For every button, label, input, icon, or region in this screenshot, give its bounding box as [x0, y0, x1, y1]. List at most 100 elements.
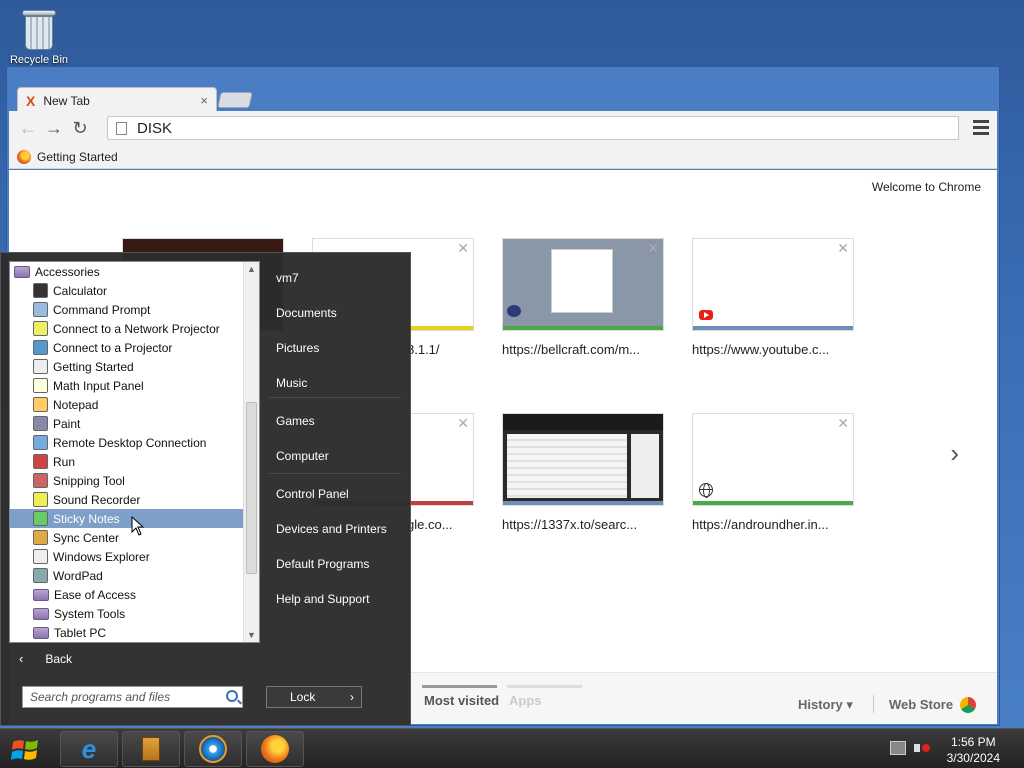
program-item[interactable]: Calculator [10, 281, 244, 300]
start-menu-separator [269, 397, 401, 398]
chevron-left-icon: ‹ [19, 651, 24, 666]
program-icon [33, 397, 48, 412]
start-item-control-panel[interactable]: Control Panel [276, 487, 349, 501]
most-visited-tile[interactable]: ✕ [692, 413, 854, 506]
program-item[interactable]: Paint [10, 414, 244, 433]
program-item[interactable]: Sound Recorder [10, 490, 244, 509]
history-menu[interactable]: History ▾ [798, 697, 853, 713]
program-item[interactable]: Connect to a Network Projector [10, 319, 244, 338]
mouse-cursor-icon [131, 516, 145, 536]
most-visited-tile[interactable]: ✕ [692, 238, 854, 331]
tile-close-icon[interactable]: ✕ [837, 240, 849, 257]
program-item[interactable]: Remote Desktop Connection [10, 433, 244, 452]
program-icon [33, 473, 48, 488]
start-item-pictures[interactable]: Pictures [276, 341, 319, 355]
program-item[interactable]: Getting Started [10, 357, 244, 376]
volume-muted-icon[interactable] [914, 741, 930, 755]
start-item-default-programs[interactable]: Default Programs [276, 557, 369, 571]
taskbar-internet-explorer[interactable]: e [60, 731, 118, 767]
program-icon [33, 359, 48, 374]
program-item[interactable]: WordPad [10, 566, 244, 585]
tile-close-icon[interactable]: ✕ [647, 240, 659, 257]
program-item[interactable]: Command Prompt [10, 300, 244, 319]
program-label: Paint [53, 416, 81, 431]
program-folder[interactable]: Tablet PC [10, 623, 244, 642]
welcome-link[interactable]: Welcome to Chrome [872, 180, 981, 194]
next-page-chevron-icon[interactable]: › [950, 438, 959, 469]
program-list: Accessories Calculator Command Prompt Conne… [10, 262, 244, 642]
tab-close-icon[interactable]: × [200, 93, 208, 108]
most-visited-tab[interactable]: Most visited [424, 693, 499, 708]
taskbar-archive[interactable] [122, 731, 180, 767]
program-folder[interactable]: Ease of Access [10, 585, 244, 604]
tile-close-icon[interactable]: ✕ [457, 415, 469, 432]
scroll-thumb[interactable] [246, 402, 257, 574]
program-list-scrollbar[interactable]: ▲ ▼ [243, 262, 259, 642]
chevron-right-icon[interactable]: › [350, 690, 354, 704]
program-icon [33, 283, 48, 298]
start-button-icon[interactable] [8, 733, 42, 767]
program-item[interactable]: Sticky Notes [10, 509, 244, 528]
scroll-down-icon[interactable]: ▼ [247, 630, 256, 640]
program-label: Connect to a Projector [53, 340, 173, 355]
start-item-vm7[interactable]: vm7 [276, 271, 299, 285]
program-item[interactable]: Notepad [10, 395, 244, 414]
program-icon [33, 321, 48, 336]
program-item[interactable]: Connect to a Projector [10, 338, 244, 357]
reload-icon[interactable]: ↻ [67, 115, 93, 141]
program-folder[interactable]: Accessories [10, 262, 244, 281]
program-icon [33, 302, 48, 317]
clock-time: 1:56 PM [950, 735, 996, 749]
program-label: Remote Desktop Connection [53, 435, 207, 450]
start-item-devices-and-printers[interactable]: Devices and Printers [276, 522, 387, 536]
taskbar-media-player[interactable] [184, 731, 242, 767]
start-item-help-and-support[interactable]: Help and Support [276, 592, 369, 606]
program-label: Windows Explorer [53, 549, 150, 564]
page-icon [116, 121, 127, 135]
scroll-up-icon[interactable]: ▲ [247, 264, 256, 274]
start-item-games[interactable]: Games [276, 414, 315, 428]
tile-close-icon[interactable]: ✕ [457, 240, 469, 257]
recycle-bin-desktop-icon[interactable]: Recycle Bin [6, 6, 72, 66]
start-search-input[interactable]: Search programs and files [22, 686, 243, 708]
program-item[interactable]: Math Input Panel [10, 376, 244, 395]
network-icon[interactable] [890, 741, 906, 755]
program-item[interactable]: Run [10, 452, 244, 471]
bookmark-getting-started[interactable]: Getting Started [37, 150, 118, 164]
back-arrow-icon[interactable]: ← [15, 115, 41, 141]
program-label: Run [53, 454, 76, 469]
youtube-icon [699, 310, 713, 320]
start-item-music[interactable]: Music [276, 376, 307, 390]
firefox-icon [261, 735, 289, 763]
most-visited-tile[interactable] [502, 413, 664, 506]
start-item-documents[interactable]: Documents [276, 306, 337, 320]
program-folder[interactable]: System Tools [10, 604, 244, 623]
apps-tab[interactable]: Apps [509, 693, 542, 708]
program-item[interactable]: Snipping Tool [10, 471, 244, 490]
program-icon [33, 435, 48, 450]
taskbar-firefox[interactable] [246, 731, 304, 767]
program-label: Notepad [53, 397, 99, 412]
taskbar: e 1:56 PM 3/30/2024 [0, 728, 1024, 768]
tile-close-icon[interactable]: ✕ [837, 415, 849, 432]
forward-arrow-icon[interactable]: → [41, 115, 67, 141]
web-store-link[interactable]: Web Store [889, 697, 953, 712]
browser-toolbar: ← → ↻ DISK [9, 111, 997, 145]
new-tab-button[interactable] [217, 92, 253, 108]
most-visited-tile[interactable]: ✕ [502, 238, 664, 331]
internet-explorer-icon: e [81, 733, 97, 764]
address-bar[interactable]: DISK [107, 116, 959, 140]
menu-icon[interactable] [973, 120, 989, 138]
search-icon[interactable] [226, 690, 238, 702]
program-item[interactable]: Sync Center [10, 528, 244, 547]
start-menu-separator [269, 473, 401, 474]
recycle-bin-label: Recycle Bin [9, 54, 69, 66]
start-item-computer[interactable]: Computer [276, 449, 329, 463]
program-label: Math Input Panel [53, 378, 144, 393]
lock-button[interactable]: Lock › [266, 686, 362, 708]
program-item[interactable]: Windows Explorer [10, 547, 244, 566]
back-button[interactable]: ‹ Back [19, 651, 72, 666]
system-clock[interactable]: 1:56 PM 3/30/2024 [947, 734, 1000, 766]
tab-new-tab[interactable]: X New Tab × [17, 87, 217, 113]
program-label: Snipping Tool [53, 473, 125, 488]
